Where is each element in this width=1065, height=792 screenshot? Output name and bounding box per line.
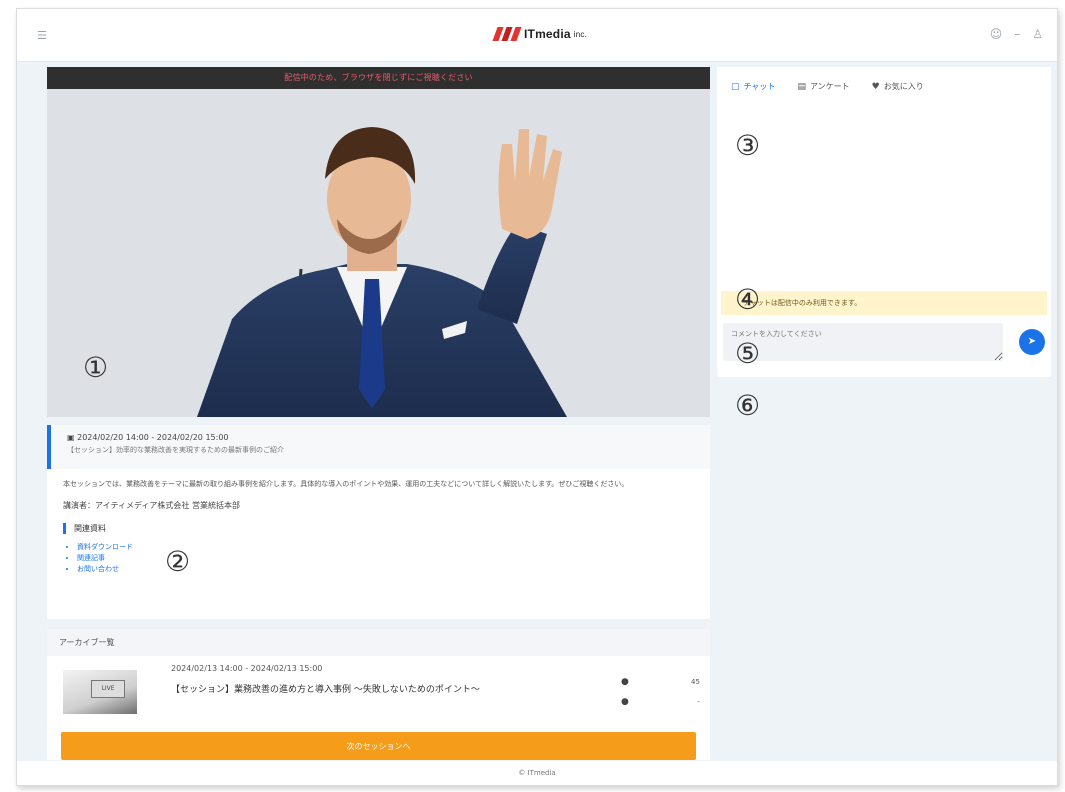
archive-card: アーカイブ一覧 LIVE 2024/02/13 14:00 - 2024/02/… (47, 629, 710, 760)
side-tabs: ▢ チャット ▤ アンケート ♥ お気に入り (717, 67, 1051, 92)
top-bar: ☰ ITmedia inc. ☺ – ♙ (17, 9, 1057, 62)
live-banner: 配信中のため、ブラウザを閉じずにご視聴ください (47, 67, 710, 89)
calendar-icon: ▣ (67, 433, 78, 442)
heart-icon: ♥ (871, 81, 880, 92)
archive-item[interactable]: LIVE 2024/02/13 14:00 - 2024/02/13 15:00… (47, 656, 710, 724)
tab-survey[interactable]: ▤ アンケート (797, 81, 849, 92)
session-header: ▣ 2024/02/20 14:00 - 2024/02/20 15:00 【セ… (47, 425, 710, 469)
chat-input[interactable] (723, 323, 1003, 361)
chat-notice: チャットは配信中のみ利用できます。 (721, 291, 1047, 315)
archive-date: 2024/02/13 14:00 - 2024/02/13 15:00 (171, 664, 323, 673)
stat-top: 45 (691, 678, 700, 686)
main-column: 配信中のため、ブラウザを閉じずにご視聴ください ① ▣ 2024/02/20 1… (47, 67, 710, 772)
tab-label: アンケート (809, 82, 850, 91)
logo-text: ITmedia (524, 27, 571, 41)
archive-icons: ● ● (621, 672, 629, 712)
logo-suffix: inc. (573, 29, 587, 39)
archive-stats: 45 - (691, 672, 700, 712)
archive-thumbnail[interactable]: LIVE (63, 670, 137, 714)
session-speaker: 講演者：アイティメディア株式会社 営業統括本部 (63, 501, 240, 510)
tab-favorites[interactable]: ♥ お気に入り (872, 81, 924, 92)
logo: ITmedia inc. (492, 27, 587, 41)
question-icon: ▤ (797, 81, 806, 92)
next-session-button[interactable]: 次のセッションへ (61, 732, 696, 760)
annotation-6: ⑥ (735, 389, 761, 422)
minimize-icon[interactable]: – (1014, 27, 1020, 41)
thumbnail-label: LIVE (91, 680, 125, 698)
session-info-card: ▣ 2024/02/20 14:00 - 2024/02/20 15:00 【セ… (47, 425, 710, 619)
speaker-video-frame (47, 89, 710, 417)
app-window: ☰ ITmedia inc. ☺ – ♙ 配信中のため、ブラウザを閉じずにご視聴… (16, 8, 1058, 786)
session-body: 本セッションでは、業務改善をテーマに最新の取り組み事例を紹介します。具体的な導入… (47, 469, 710, 619)
side-panel: ▢ チャット ▤ アンケート ♥ お気に入り ③ チャットは配信中のみ利用できま… (717, 67, 1051, 377)
chat-icon: ▢ (731, 81, 740, 92)
related-heading: 関連資料 (63, 523, 694, 534)
logo-mark-icon (492, 27, 522, 41)
session-description: 本セッションでは、業務改善をテーマに最新の取り組み事例を紹介します。具体的な導入… (63, 480, 629, 488)
like-icon: ● (621, 697, 629, 707)
menu-icon[interactable]: ☰ (37, 29, 47, 42)
send-icon[interactable]: ➤ (1019, 329, 1045, 355)
annotation-2: ② (165, 545, 191, 578)
footer: © ITmedia (17, 761, 1057, 785)
user-icon[interactable]: ☺ (990, 27, 1003, 41)
session-datetime: 2024/02/20 14:00 - 2024/02/20 15:00 (77, 433, 229, 442)
topbar-actions: ☺ – ♙ (990, 27, 1043, 41)
account-icon[interactable]: ♙ (1032, 27, 1043, 41)
archive-heading: アーカイブ一覧 (47, 629, 710, 656)
video-player[interactable]: ① (47, 89, 710, 417)
session-subtitle: 【セッション】効率的な業務改善を実現するための最新事例のご紹介 (67, 446, 284, 454)
annotation-3: ③ (735, 129, 761, 162)
view-icon: ● (621, 677, 629, 687)
annotation-5: ⑤ (735, 337, 761, 370)
annotation-4: ④ (735, 283, 761, 316)
annotation-1: ① (83, 351, 109, 384)
tab-label: チャット (743, 82, 776, 91)
archive-title[interactable]: 【セッション】業務改善の進め方と導入事例 ～失敗しないためのポイント～ (171, 682, 480, 695)
stat-bottom: - (697, 698, 700, 706)
tab-label: お気に入り (883, 82, 924, 91)
tab-chat[interactable]: ▢ チャット (731, 81, 775, 92)
